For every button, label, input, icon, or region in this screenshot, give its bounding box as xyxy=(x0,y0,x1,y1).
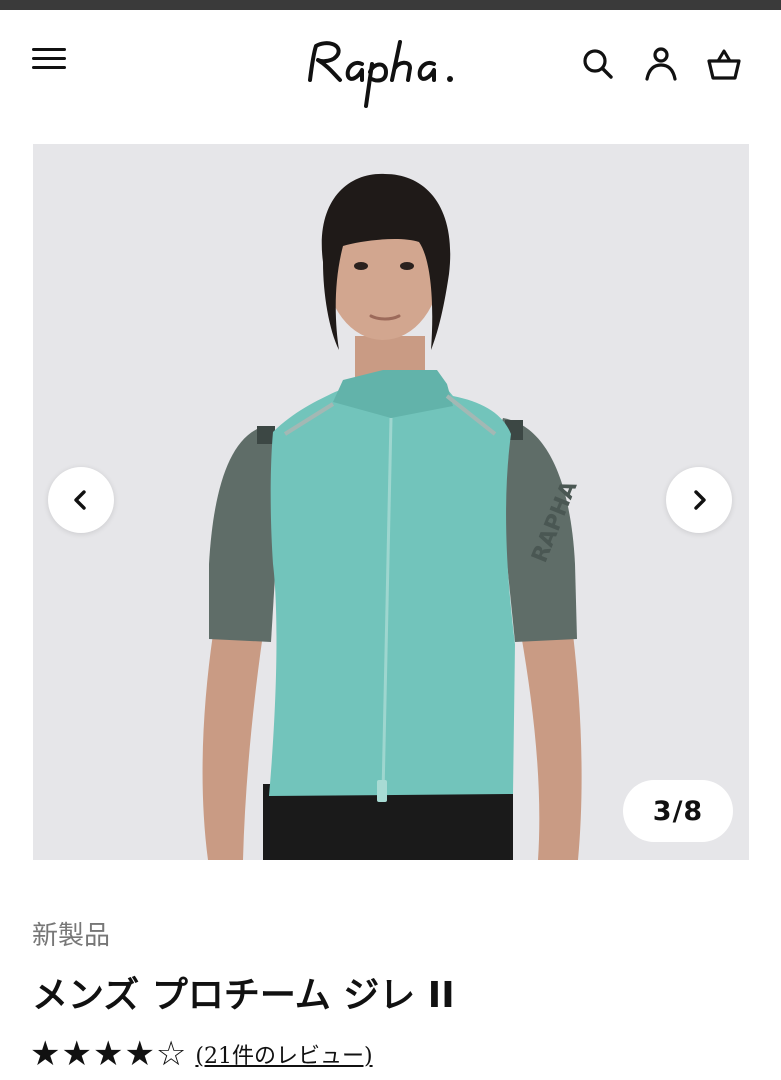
product-title: メンズ プロチーム ジレ II xyxy=(32,975,455,1016)
site-header xyxy=(0,10,781,120)
product-rating: ★★★★☆ (21件のレビュー) xyxy=(30,1034,373,1074)
status-bar xyxy=(0,0,781,10)
rating-stars: ★★★★☆ xyxy=(30,1034,188,1074)
user-icon[interactable] xyxy=(643,46,679,82)
product-image-carousel[interactable]: RAPHA 3/8 xyxy=(33,144,749,860)
rapha-logo[interactable] xyxy=(300,28,480,108)
chevron-right-icon xyxy=(694,490,706,510)
new-product-badge: 新製品 xyxy=(32,921,111,951)
reviews-link[interactable]: (21件のレビュー) xyxy=(195,1038,372,1070)
product-photo: RAPHA xyxy=(202,173,583,860)
search-icon[interactable] xyxy=(580,46,616,82)
basket-icon[interactable] xyxy=(706,46,742,82)
previous-image-button[interactable] xyxy=(48,467,114,533)
next-image-button[interactable] xyxy=(666,467,732,533)
chevron-left-icon xyxy=(74,490,86,510)
hamburger-menu-icon[interactable] xyxy=(30,46,68,72)
image-counter: 3/8 xyxy=(623,780,733,842)
